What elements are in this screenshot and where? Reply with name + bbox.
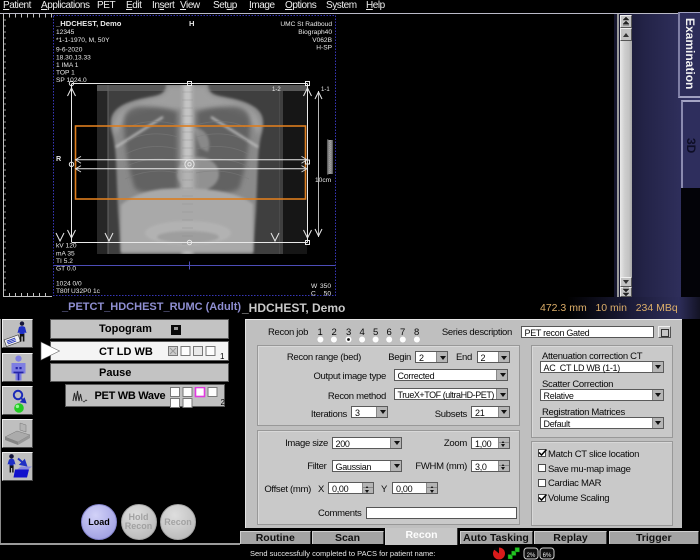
svg-text:Biograph40: Biograph40 [298, 29, 332, 36]
svg-text:9-6-2020: 9-6-2020 [56, 47, 83, 54]
svg-text:UMC St Radboud: UMC St Radboud [280, 21, 332, 28]
svg-text:1-1: 1-1 [321, 87, 330, 93]
svg-text:H: H [189, 19, 194, 28]
svg-text:mA 35: mA 35 [56, 251, 75, 258]
svg-text:12345: 12345 [56, 29, 75, 36]
svg-text:1 IMA 1: 1 IMA 1 [56, 62, 79, 69]
svg-text:T80f U32P0 1c: T80f U32P0 1c [56, 288, 101, 295]
svg-text:W: W [311, 283, 318, 290]
svg-text:6%: 6% [543, 553, 552, 559]
svg-text:18.30.13.33: 18.30.13.33 [56, 55, 91, 62]
svg-text:kV 120: kV 120 [56, 243, 77, 250]
svg-text:2%: 2% [527, 553, 536, 559]
svg-text:TOP 1: TOP 1 [56, 70, 75, 77]
svg-text:TI 5.2: TI 5.2 [56, 258, 73, 265]
svg-text:_HDCHEST, Demo: _HDCHEST, Demo [55, 19, 122, 28]
svg-text:H-SP: H-SP [316, 45, 332, 52]
svg-text:GT 0.0: GT 0.0 [56, 266, 76, 273]
svg-text:1024 0/0: 1024 0/0 [56, 281, 82, 288]
svg-text:1-2: 1-2 [272, 87, 281, 93]
svg-text:V062B: V062B [312, 37, 332, 44]
svg-text:SP 1024.0: SP 1024.0 [56, 77, 87, 84]
svg-text:10cm: 10cm [315, 177, 332, 184]
svg-text:R: R [56, 154, 62, 163]
svg-text:350: 350 [320, 283, 331, 290]
svg-text:*1-1-1970, M, 50Y: *1-1-1970, M, 50Y [56, 37, 110, 44]
